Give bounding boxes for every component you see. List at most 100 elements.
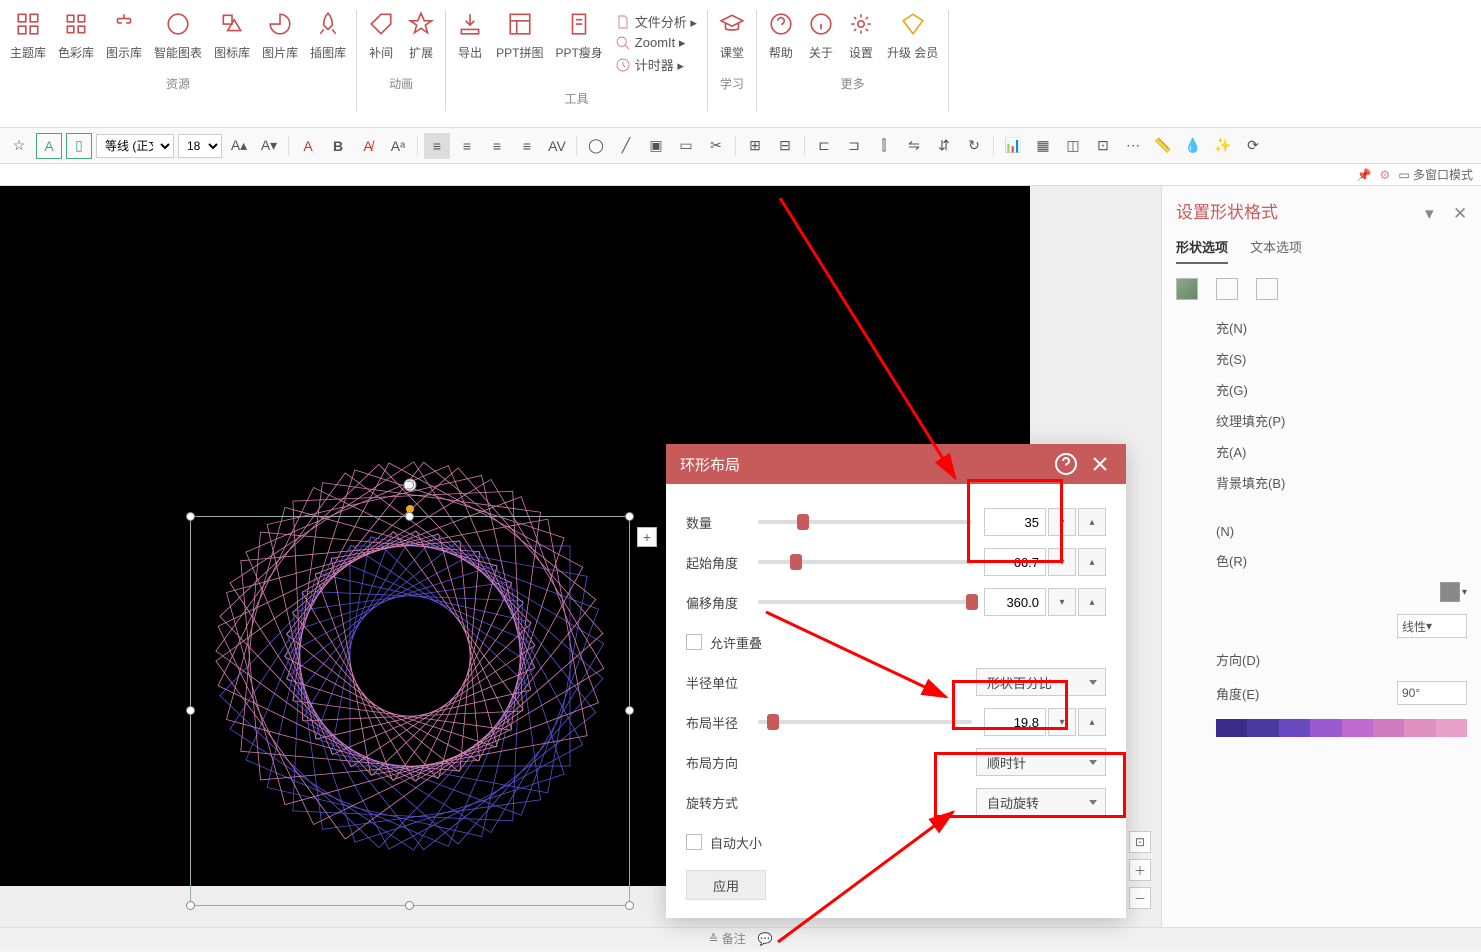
linetype-select[interactable]: 线性 ▾ bbox=[1397, 614, 1467, 638]
align-left-btn[interactable]: ≡ bbox=[424, 133, 450, 159]
layout-tool-btn[interactable]: ⊡ bbox=[1090, 133, 1116, 159]
rotate-handle[interactable] bbox=[402, 477, 418, 493]
direction-select[interactable]: 顺时针 bbox=[976, 748, 1106, 776]
ribbon-settings[interactable]: 设置 bbox=[841, 10, 881, 61]
ribbon-pptslim[interactable]: PPT瘦身 bbox=[549, 10, 608, 76]
crop-btn[interactable]: ✂ bbox=[703, 133, 729, 159]
offsetangle-input[interactable] bbox=[984, 588, 1046, 616]
resize-handle[interactable] bbox=[405, 512, 414, 521]
panel-close-icon[interactable]: ✕ bbox=[1453, 204, 1467, 218]
zoom-out-btn[interactable]: － bbox=[1129, 887, 1151, 909]
autosize-checkbox[interactable] bbox=[686, 834, 702, 850]
resize-handle[interactable] bbox=[186, 706, 195, 715]
resize-handle[interactable] bbox=[186, 512, 195, 521]
help-icon[interactable] bbox=[1054, 452, 1078, 476]
startangle-slider[interactable] bbox=[758, 560, 972, 564]
add-button[interactable]: + bbox=[637, 527, 657, 547]
align-justify-btn[interactable]: ≡ bbox=[514, 133, 540, 159]
resize-handle[interactable] bbox=[625, 512, 634, 521]
close-icon[interactable] bbox=[1088, 452, 1112, 476]
fontsize-select[interactable]: 18 bbox=[178, 134, 222, 158]
distribute-btn[interactable]: ⊐ bbox=[841, 133, 867, 159]
offsetangle-dec[interactable]: ▾ bbox=[1048, 588, 1076, 616]
align-tool-btn[interactable]: ⊏ bbox=[811, 133, 837, 159]
fit-btn[interactable]: ⊡ bbox=[1129, 831, 1151, 853]
angle-input[interactable]: 90° bbox=[1397, 681, 1467, 705]
ribbon-theme[interactable]: 主题库 bbox=[4, 10, 52, 61]
align-right-btn[interactable]: ≡ bbox=[484, 133, 510, 159]
font-select[interactable]: 等线 (正文) bbox=[96, 134, 174, 158]
gradient-stops[interactable] bbox=[1216, 719, 1467, 737]
ribbon-analyze[interactable]: 文件分析 ▸ bbox=[615, 10, 697, 33]
line-option[interactable]: 色(R) bbox=[1176, 545, 1467, 576]
resize-handle[interactable] bbox=[625, 901, 634, 910]
startangle-inc[interactable]: ▴ bbox=[1078, 548, 1106, 576]
clearformat-btn[interactable]: A̸ bbox=[355, 133, 381, 159]
radius-inc[interactable]: ▴ bbox=[1078, 708, 1106, 736]
startangle-dec[interactable]: ▾ bbox=[1048, 548, 1076, 576]
spacing-btn[interactable]: AV bbox=[544, 133, 570, 159]
ribbon-pptjoin[interactable]: PPT拼图 bbox=[490, 10, 549, 76]
ribbon-diagram[interactable]: 图示库 bbox=[100, 10, 148, 61]
more-btn[interactable]: ⋯ bbox=[1120, 133, 1146, 159]
zoom-in-btn[interactable]: ＋ bbox=[1129, 859, 1151, 881]
ribbon-class[interactable]: 课堂 bbox=[712, 10, 752, 61]
size-tab-icon[interactable] bbox=[1256, 278, 1278, 300]
effects-tab-icon[interactable] bbox=[1216, 278, 1238, 300]
fontsize-dec-btn[interactable]: A▾ bbox=[256, 133, 282, 159]
resize-handle[interactable] bbox=[405, 901, 414, 910]
ribbon-illus[interactable]: 插图库 bbox=[304, 10, 352, 61]
tool-btn[interactable]: ☆ bbox=[6, 133, 32, 159]
notes-label[interactable]: ≙ 备注 bbox=[708, 930, 745, 947]
fontcolor-btn[interactable]: A bbox=[295, 133, 321, 159]
ribbon-iconlib[interactable]: 图标库 bbox=[208, 10, 256, 61]
ribbon-tween[interactable]: 补间 bbox=[361, 10, 401, 61]
ribbon-help[interactable]: 帮助 bbox=[761, 10, 801, 61]
fontsize-inc-btn[interactable]: A▴ bbox=[226, 133, 252, 159]
ribbon-export[interactable]: 导出 bbox=[450, 10, 490, 76]
multiwindow-toggle[interactable]: ▭ 多窗口模式 bbox=[1398, 166, 1473, 183]
bold-btn[interactable]: B bbox=[325, 133, 351, 159]
fill-option[interactable]: 充(G) bbox=[1176, 374, 1467, 405]
fill-option[interactable]: 纹理填充(P) bbox=[1176, 405, 1467, 436]
color-swatch[interactable] bbox=[1440, 582, 1460, 602]
pin-icon[interactable]: 📌 bbox=[1357, 168, 1372, 182]
resize-handle[interactable] bbox=[625, 706, 634, 715]
outline-btn[interactable]: ▭ bbox=[673, 133, 699, 159]
apply-button[interactable]: 应用 bbox=[686, 870, 766, 900]
flip-h-btn[interactable]: ⇋ bbox=[901, 133, 927, 159]
line-option[interactable]: (N) bbox=[1176, 518, 1467, 545]
resize-handle[interactable] bbox=[186, 901, 195, 910]
ruler-btn[interactable]: 📏 bbox=[1150, 133, 1176, 159]
radius-input[interactable] bbox=[984, 708, 1046, 736]
chart-btn[interactable]: 📊 bbox=[1000, 133, 1026, 159]
textbox-h-btn[interactable]: A bbox=[36, 133, 62, 159]
ribbon-extend[interactable]: 扩展 bbox=[401, 10, 441, 61]
tab-text-options[interactable]: 文本选项 bbox=[1250, 237, 1302, 264]
count-dec[interactable]: ▾ bbox=[1048, 508, 1076, 536]
magic-btn[interactable]: ✨ bbox=[1210, 133, 1236, 159]
count-input[interactable] bbox=[984, 508, 1046, 536]
ribbon-timer[interactable]: 计时器 ▸ bbox=[615, 53, 684, 76]
fill-option[interactable]: 背景填充(B) bbox=[1176, 467, 1467, 498]
line-btn[interactable]: ╱ bbox=[613, 133, 639, 159]
ribbon-zoomit[interactable]: ZoomIt ▸ bbox=[615, 33, 686, 53]
radius-slider[interactable] bbox=[758, 720, 972, 724]
ribbon-smart[interactable]: 智能图表 bbox=[148, 10, 208, 61]
align-center-btn[interactable]: ≡ bbox=[454, 133, 480, 159]
selection-box[interactable]: + bbox=[190, 516, 630, 906]
superscript-btn[interactable]: Aᵃ bbox=[385, 133, 411, 159]
count-inc[interactable]: ▴ bbox=[1078, 508, 1106, 536]
tab-shape-options[interactable]: 形状选项 bbox=[1176, 237, 1228, 264]
group-btn[interactable]: ⊞ bbox=[742, 133, 768, 159]
radiusunit-select[interactable]: 形状百分比 bbox=[976, 668, 1106, 696]
flip-v-btn[interactable]: ⇵ bbox=[931, 133, 957, 159]
fill-tab-icon[interactable] bbox=[1176, 278, 1198, 300]
rotate-btn[interactable]: ↻ bbox=[961, 133, 987, 159]
gear-icon[interactable]: ⚙ bbox=[1380, 168, 1391, 182]
eyedrop-btn[interactable]: 💧 bbox=[1180, 133, 1206, 159]
offsetangle-inc[interactable]: ▴ bbox=[1078, 588, 1106, 616]
refresh-btn[interactable]: ⟳ bbox=[1240, 133, 1266, 159]
textbox-v-btn[interactable]: ▯ bbox=[66, 133, 92, 159]
shape-btn[interactable]: ◯ bbox=[583, 133, 609, 159]
